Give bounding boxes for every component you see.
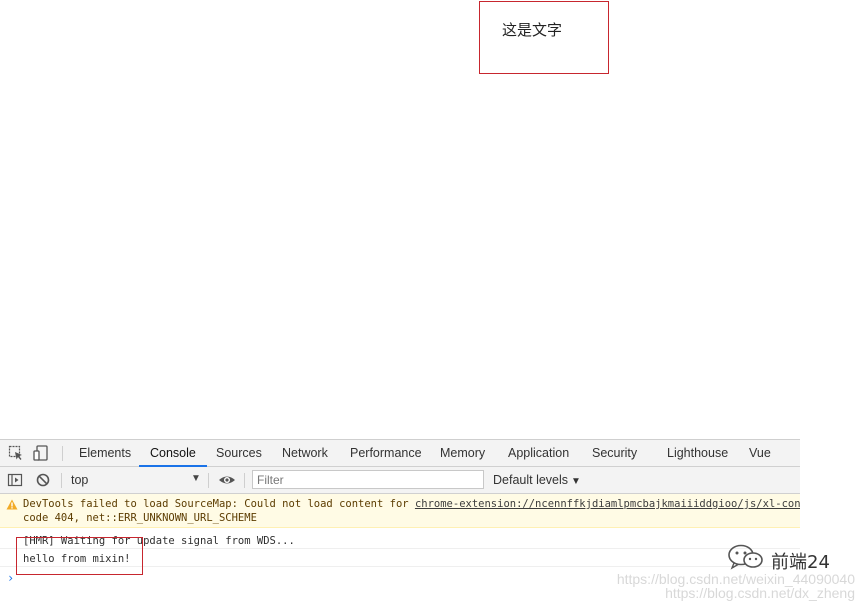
warning-line-1: DevTools failed to load SourceMap: Could… [23,498,800,510]
tab-sources[interactable]: Sources [216,440,262,466]
tab-vue[interactable]: Vue [749,440,771,466]
context-dropdown-icon[interactable]: ▼ [191,473,201,484]
console-toolbar: top ▼ Default levels▼ [0,467,800,494]
toolbar-divider [61,473,62,488]
tab-console[interactable]: Console [139,440,207,467]
tab-elements[interactable]: Elements [79,440,131,466]
toolbar-divider [244,473,245,488]
warning-line-2: code 404, net::ERR_UNKNOWN_URL_SCHEME [23,512,257,524]
highlight-box [16,537,143,575]
wechat-logo-icon [727,544,765,574]
inspect-element-icon[interactable] [8,445,24,461]
tab-network[interactable]: Network [282,440,328,466]
watermark-url: https://blog.csdn.net/dx_zheng [665,585,855,601]
levels-dropdown-icon: ▼ [571,476,581,487]
page-text: 这是文字 [502,21,563,39]
toolbar-divider [62,446,63,461]
sidebar-toggle-icon[interactable] [7,472,23,488]
live-expression-eye-icon[interactable] [218,472,235,488]
warning-icon [6,499,18,513]
warning-text: DevTools failed to load SourceMap: Could… [23,498,415,510]
tab-security[interactable]: Security [592,440,637,466]
clear-console-icon[interactable] [35,472,51,488]
sourcemap-link[interactable]: chrome-extension://ncennffkjdiamlpmcbajk… [415,498,800,510]
highlighted-text-box: 这是文字 [479,1,609,74]
tab-lighthouse[interactable]: Lighthouse [667,440,728,466]
tab-application[interactable]: Application [508,440,569,466]
default-levels-label: Default levels [493,473,569,487]
filter-input[interactable] [252,470,484,489]
device-toolbar-icon[interactable] [33,445,49,461]
console-prompt[interactable]: › [7,571,14,585]
toolbar-divider [208,473,209,488]
devtools-tabbar: Elements Console Sources Network Perform… [0,440,800,467]
context-selector[interactable]: top [71,473,88,487]
tab-performance[interactable]: Performance [350,440,422,466]
warning-message: DevTools failed to load SourceMap: Could… [0,494,800,528]
tab-memory[interactable]: Memory [440,440,485,466]
default-levels-dropdown[interactable]: Default levels ▼ [493,473,581,487]
